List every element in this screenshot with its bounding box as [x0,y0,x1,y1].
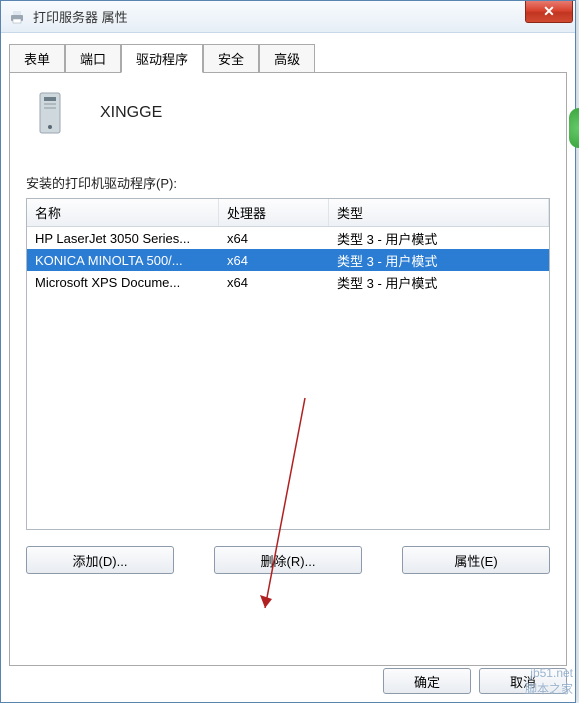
client-area: 表单 端口 驱动程序 安全 高级 XINGGE 安装的打印机驱动程序(P): 名… [1,33,575,674]
tab-ports[interactable]: 端口 [65,44,121,73]
column-header-name[interactable]: 名称 [27,199,219,226]
tab-drivers[interactable]: 驱动程序 [121,44,203,73]
properties-button[interactable]: 属性(E) [402,546,550,574]
listview-header: 名称 处理器 类型 [27,199,549,227]
server-name: XINGGE [100,104,162,122]
column-header-type[interactable]: 类型 [329,199,549,226]
cell-type: 类型 3 - 用户模式 [329,251,549,270]
tab-bar: 表单 端口 驱动程序 安全 高级 [9,43,567,72]
cell-type: 类型 3 - 用户模式 [329,229,549,248]
cell-name: HP LaserJet 3050 Series... [27,231,219,246]
cell-name: Microsoft XPS Docume... [27,275,219,290]
background-decoration [569,108,579,148]
column-header-processor[interactable]: 处理器 [219,199,329,226]
cell-processor: x64 [219,253,329,268]
close-icon: ✕ [543,3,555,20]
list-row[interactable]: KONICA MINOLTA 500/... x64 类型 3 - 用户模式 [27,249,549,271]
ok-button[interactable]: 确定 [383,668,471,694]
tab-security[interactable]: 安全 [203,44,259,73]
button-row: 添加(D)... 删除(R)... 属性(E) [26,546,550,574]
tab-pane-drivers: XINGGE 安装的打印机驱动程序(P): 名称 处理器 类型 HP Laser… [9,72,567,666]
cell-processor: x64 [219,275,329,290]
tab-forms[interactable]: 表单 [9,44,65,73]
server-info-row: XINGGE [26,91,550,135]
list-row[interactable]: HP LaserJet 3050 Series... x64 类型 3 - 用户… [27,227,549,249]
close-button[interactable]: ✕ [525,1,573,23]
cell-type: 类型 3 - 用户模式 [329,273,549,292]
dialog-footer: 确定 取消 [383,668,567,694]
add-button[interactable]: 添加(D)... [26,546,174,574]
window-title: 打印服务器 属性 [33,7,575,26]
listview-body: HP LaserJet 3050 Series... x64 类型 3 - 用户… [27,227,549,293]
tab-advanced[interactable]: 高级 [259,44,315,73]
list-caption: 安装的打印机驱动程序(P): [26,173,550,192]
cell-name: KONICA MINOLTA 500/... [27,253,219,268]
remove-button[interactable]: 删除(R)... [214,546,362,574]
cancel-button[interactable]: 取消 [479,668,567,694]
list-row[interactable]: Microsoft XPS Docume... x64 类型 3 - 用户模式 [27,271,549,293]
cell-processor: x64 [219,231,329,246]
server-icon [34,91,70,135]
title-bar: 打印服务器 属性 ✕ [1,1,575,33]
printer-icon [9,9,25,25]
driver-listview[interactable]: 名称 处理器 类型 HP LaserJet 3050 Series... x64… [26,198,550,530]
dialog-window: 打印服务器 属性 ✕ 表单 端口 驱动程序 安全 高级 XINGGE 安装的打印… [0,0,576,703]
